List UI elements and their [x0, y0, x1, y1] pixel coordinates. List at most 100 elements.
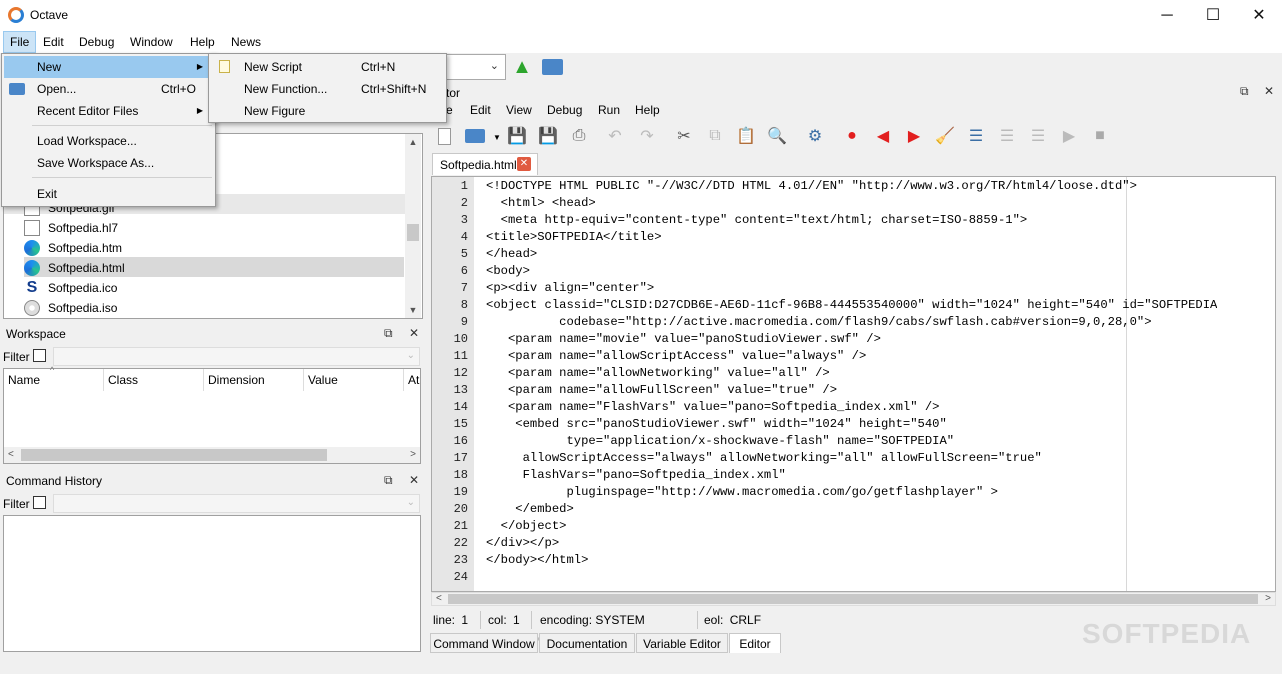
scroll-down-icon[interactable]: ▼	[405, 302, 421, 318]
chevron-down-icon[interactable]: ▼	[493, 133, 501, 142]
save-icon[interactable]: 💾	[506, 125, 528, 147]
scroll-left-icon[interactable]: <	[436, 593, 442, 604]
previous-breakpoint-icon[interactable]: ◀	[872, 125, 894, 147]
menu-help[interactable]: Help	[184, 31, 221, 53]
tab-editor[interactable]: Editor	[729, 633, 781, 653]
undock-icon[interactable]: ⧉	[384, 326, 393, 341]
scroll-thumb[interactable]	[21, 449, 327, 461]
col-name[interactable]: Name	[8, 373, 40, 387]
close-icon[interactable]: ✕	[409, 473, 419, 487]
command-history-title: Command History	[6, 474, 103, 488]
run-settings-icon[interactable]: ⚙	[804, 125, 826, 147]
file-browser-scrollbar[interactable]: ▲ ▼	[405, 134, 421, 318]
step-in-icon[interactable]: ☰	[996, 125, 1018, 147]
close-button[interactable]: ✕	[1236, 0, 1282, 31]
editor-menu-run[interactable]: Run	[598, 103, 620, 117]
file-item[interactable]: S Softpedia.ico	[24, 277, 404, 297]
continue-icon[interactable]: ▶	[1058, 125, 1080, 147]
col-label: col:	[488, 613, 507, 627]
col-divider	[303, 369, 304, 391]
sort-arrow-icon: ^	[50, 365, 55, 375]
workspace-filter-input[interactable]: ⌄	[53, 347, 420, 366]
toggle-breakpoint-icon[interactable]: ●	[841, 125, 863, 147]
maximize-button[interactable]: ☐	[1190, 0, 1236, 31]
file-item-selected[interactable]: Softpedia.html	[24, 257, 404, 277]
current-directory-combo[interactable]: ⌄	[440, 54, 506, 80]
next-breakpoint-icon[interactable]: ▶	[903, 125, 925, 147]
print-icon[interactable]: ⎙	[568, 125, 590, 147]
step-out-icon[interactable]: ☰	[1027, 125, 1049, 147]
editor-menu-help[interactable]: Help	[635, 103, 660, 117]
menu-item-load-workspace[interactable]: Load Workspace...	[4, 130, 213, 152]
scroll-thumb[interactable]	[448, 594, 1258, 604]
clear-breakpoints-icon[interactable]: 🧹	[934, 125, 956, 147]
file-item[interactable]: Softpedia.htm	[24, 237, 404, 257]
tab-command-window[interactable]: Command Window	[430, 633, 538, 653]
scroll-thumb[interactable]	[407, 224, 419, 241]
cut-icon[interactable]: ✂	[673, 125, 695, 147]
tab-variable-editor[interactable]: Variable Editor	[636, 633, 728, 653]
menu-item-save-workspace[interactable]: Save Workspace As...	[4, 152, 213, 174]
editor-menu-file[interactable]: e	[446, 103, 453, 117]
close-tab-icon[interactable]: ✕	[517, 157, 531, 171]
file-item[interactable]: Softpedia.iso	[24, 297, 404, 317]
menu-item-new-function[interactable]: New Function... Ctrl+Shift+N	[211, 78, 444, 100]
col-attribute[interactable]: At	[408, 373, 419, 387]
new-script-icon	[219, 60, 230, 73]
undock-icon[interactable]: ⧉	[1240, 84, 1249, 99]
command-history-list[interactable]	[3, 515, 421, 652]
undock-icon[interactable]: ⧉	[384, 473, 393, 488]
scroll-up-icon[interactable]: ▲	[405, 134, 421, 150]
up-directory-icon[interactable]: ▲	[511, 56, 533, 78]
workspace-filter-checkbox[interactable]	[33, 349, 46, 362]
close-icon[interactable]: ✕	[409, 326, 419, 340]
menu-item-new-figure[interactable]: New Figure	[211, 100, 444, 122]
line-number: 22	[453, 536, 468, 550]
tab-documentation[interactable]: Documentation	[539, 633, 635, 653]
editor-menu-debug[interactable]: Debug	[547, 103, 582, 117]
close-icon[interactable]: ✕	[1264, 84, 1274, 98]
status-col: col: 1	[486, 611, 532, 629]
new-file-icon[interactable]	[433, 125, 455, 147]
menu-item-label: Load Workspace...	[37, 134, 137, 148]
menu-news[interactable]: News	[225, 31, 267, 53]
code-line: allowScriptAccess="always" allowNetworki…	[486, 451, 1042, 465]
menu-item-shortcut: Ctrl+Shift+N	[361, 82, 427, 96]
menu-debug[interactable]: Debug	[73, 31, 120, 53]
save-as-icon[interactable]: 💾	[537, 125, 559, 147]
undo-icon[interactable]: ↶	[604, 125, 626, 147]
line-number: 1	[460, 179, 468, 193]
tab-softpedia-html[interactable]: Softpedia.html ✕	[432, 153, 538, 175]
line-number: 15	[453, 417, 468, 431]
col-dimension[interactable]: Dimension	[208, 373, 265, 387]
step-over-icon[interactable]: ☰	[965, 125, 987, 147]
menu-item-open[interactable]: Open... Ctrl+O	[4, 78, 213, 100]
paste-icon[interactable]: 📋	[735, 125, 757, 147]
scroll-left-icon[interactable]: <	[8, 449, 14, 460]
menu-item-recent-editor-files[interactable]: Recent Editor Files ▶	[4, 100, 213, 122]
menu-file[interactable]: File	[3, 31, 37, 53]
minimize-button[interactable]: ─	[1144, 0, 1190, 31]
history-filter-input[interactable]: ⌄	[53, 494, 420, 513]
editor-hscrollbar[interactable]: < >	[431, 592, 1276, 606]
copy-icon[interactable]: ⧉	[704, 125, 726, 147]
scroll-right-icon[interactable]: >	[1265, 593, 1271, 604]
menu-window[interactable]: Window	[124, 31, 179, 53]
col-value[interactable]: Value	[308, 373, 338, 387]
history-filter-checkbox[interactable]	[33, 496, 46, 509]
menu-item-new[interactable]: New ▶	[4, 56, 213, 78]
scroll-right-icon[interactable]: >	[410, 449, 416, 460]
file-item[interactable]: Softpedia.hl7	[24, 217, 404, 237]
open-file-icon[interactable]	[464, 125, 486, 147]
menu-item-new-script[interactable]: New Script Ctrl+N	[211, 56, 444, 78]
editor-menu-view[interactable]: View	[506, 103, 532, 117]
browse-folder-icon[interactable]	[542, 59, 563, 75]
redo-icon[interactable]: ↷	[636, 125, 658, 147]
col-class[interactable]: Class	[108, 373, 138, 387]
menu-item-exit[interactable]: Exit	[4, 183, 213, 205]
editor-menu-edit[interactable]: Edit	[470, 103, 491, 117]
find-replace-icon[interactable]: 🔍	[766, 125, 788, 147]
stop-icon[interactable]: ■	[1089, 125, 1111, 147]
menu-edit[interactable]: Edit	[37, 31, 70, 53]
workspace-hscrollbar[interactable]: < >	[4, 447, 420, 463]
